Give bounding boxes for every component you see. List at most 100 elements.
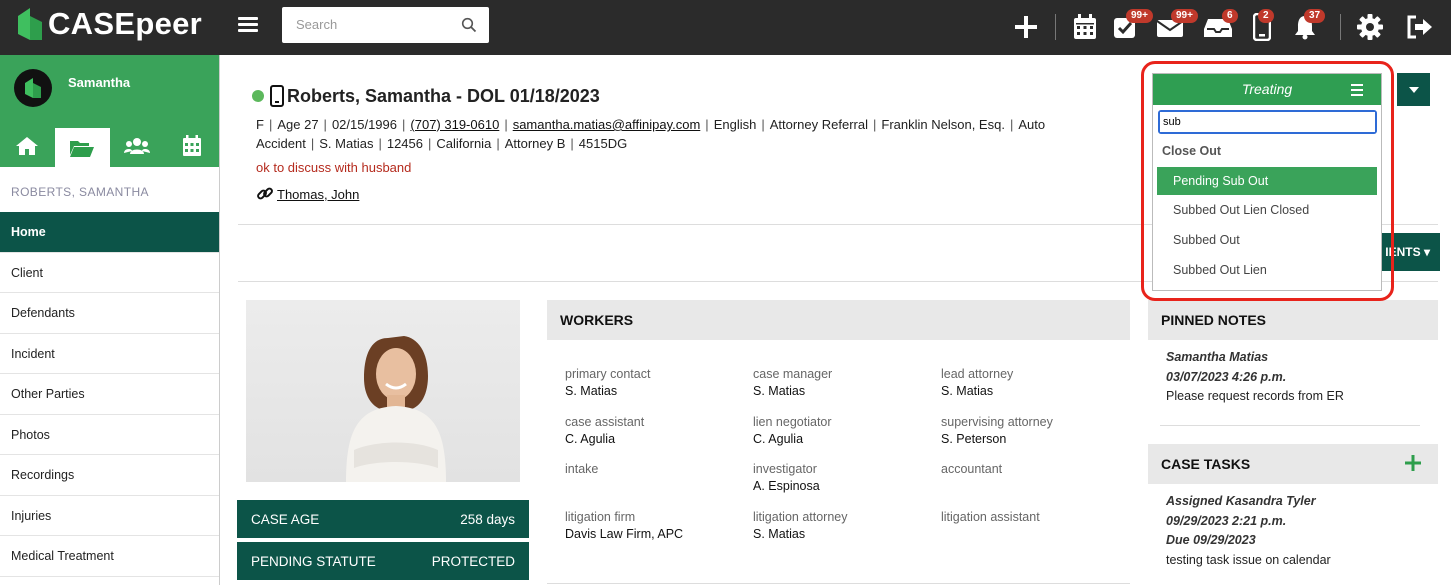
global-search: [282, 7, 489, 43]
logout-button[interactable]: [1405, 12, 1435, 42]
user-name: Samantha: [68, 75, 131, 90]
status-search-box: [1158, 110, 1377, 134]
mail-button[interactable]: 99+: [1155, 9, 1198, 42]
sidebar-user-panel: Samantha: [0, 55, 219, 125]
case-status-selector[interactable]: Treating: [1153, 74, 1381, 105]
worker-case-manager: case manager S. Matias: [753, 367, 941, 409]
case-alert-note: ok to discuss with husband: [256, 160, 412, 175]
worker-label: primary contact: [565, 367, 651, 381]
plus-icon: [1015, 16, 1037, 38]
status-option-subbed-out[interactable]: Subbed Out: [1157, 225, 1377, 255]
worker-value: S. Matias: [753, 526, 806, 541]
status-option-pending-sub-out[interactable]: Pending Sub Out: [1157, 167, 1377, 195]
worker-value: S. Matias: [565, 384, 618, 398]
referrer-name: Franklin Nelson, Esq.: [881, 117, 1005, 132]
avatar[interactable]: [14, 69, 52, 107]
tab-cases[interactable]: [54, 128, 110, 167]
search-input[interactable]: [282, 7, 452, 41]
client-gender: F: [256, 117, 264, 132]
divider: [547, 583, 1130, 584]
worker-litigation-firm: litigation firm Davis Law Firm, APC: [565, 510, 753, 552]
worker-value: S. Matias: [753, 384, 806, 398]
gear-icon: [1357, 14, 1383, 40]
sidebar-item-home[interactable]: Home: [0, 212, 219, 253]
worker-label: lead attorney: [941, 367, 1014, 381]
search-icon[interactable]: [461, 17, 477, 33]
tab-contacts[interactable]: [110, 125, 165, 167]
worker-label: supervising attorney: [941, 414, 1053, 429]
worker-lead-attorney: lead attorney S. Matias: [941, 367, 1129, 409]
client-photo[interactable]: [246, 300, 520, 482]
case-actions-dropdown-button[interactable]: [1397, 73, 1430, 106]
status-group-label: Close Out: [1162, 144, 1222, 158]
workers-grid: primary contact S. Matias case manager S. …: [565, 367, 1125, 551]
pending-statute-label: PENDING STATUTE: [251, 553, 376, 569]
worker-label: litigation attorney: [753, 509, 848, 524]
worker-label: intake: [565, 462, 599, 476]
sidebar-item-injuries[interactable]: Injuries: [0, 496, 219, 536]
top-navigation-bar: CASEpeer 99+: [0, 0, 1451, 55]
status-option-subbed-out-lien[interactable]: Subbed Out Lien: [1157, 255, 1377, 285]
pinned-note[interactable]: Samantha Matias 03/07/2023 4:26 p.m. Ple…: [1166, 348, 1344, 407]
client-email-link[interactable]: samantha.matias@affinipay.com: [513, 117, 701, 132]
inbox-button[interactable]: 6: [1203, 9, 1238, 42]
status-search-input[interactable]: [1160, 112, 1375, 132]
calendar-button[interactable]: [1070, 12, 1100, 42]
case-age-label: CASE AGE: [251, 511, 320, 527]
sidebar-item-incident[interactable]: Incident: [0, 334, 219, 374]
worker-value: S. Peterson: [941, 431, 1007, 446]
case-task[interactable]: Assigned Kasandra Tyler 09/29/2023 2:21 …: [1166, 492, 1331, 570]
logo-mark-icon: [18, 8, 42, 40]
worker-value: Davis Law Firm, APC: [565, 526, 684, 541]
worker-case-assistant: case assistant C. Agulia: [565, 415, 753, 457]
add-button[interactable]: [1011, 12, 1041, 42]
task-assignee: Assigned Kasandra Tyler: [1166, 494, 1316, 508]
sidebar-item-client[interactable]: Client: [0, 253, 219, 293]
case-type-cont: Accident: [256, 136, 306, 151]
divider: [1160, 425, 1420, 426]
mobile-count-badge: 2: [1258, 9, 1274, 23]
menu-toggle-button[interactable]: [238, 14, 258, 36]
logo-mark-icon: [25, 78, 41, 98]
worker-label: investigator: [753, 462, 817, 476]
workers-section-header: WORKERS: [547, 300, 1130, 340]
client-dob: 02/15/1996: [331, 117, 398, 132]
task-text: testing task issue on calendar: [1166, 552, 1331, 567]
pending-statute-stat: PENDING STATUTE PROTECTED: [237, 542, 529, 580]
case-attorney: Attorney B: [504, 136, 566, 151]
case-state: California: [436, 136, 492, 151]
referral-source: Attorney Referral: [769, 117, 868, 132]
status-option-subbed-out-lien-closed[interactable]: Subbed Out Lien Closed: [1157, 195, 1377, 225]
settings-button[interactable]: [1355, 12, 1385, 42]
case-age-value: 258 days: [460, 511, 515, 527]
tab-home[interactable]: [0, 125, 55, 167]
sidebar-item-recordings[interactable]: Recordings: [0, 455, 219, 496]
client-phone-link[interactable]: (707) 319-0610: [410, 117, 499, 132]
worker-label: litigation firm: [565, 509, 636, 524]
case-details: F | Age 27 | 02/15/1996 | (707) 319-0610 | saman…: [256, 117, 1046, 151]
notifications-button[interactable]: 37: [1290, 9, 1326, 42]
mobile-button[interactable]: 2: [1247, 9, 1277, 42]
tasks-button[interactable]: 99+: [1110, 9, 1153, 42]
case-type: Auto: [1018, 117, 1046, 132]
tab-calendar[interactable]: [164, 125, 219, 167]
tasks-count-badge: 99+: [1126, 9, 1153, 23]
mobile-phone-icon: [270, 85, 284, 107]
add-task-plus-icon[interactable]: [1405, 455, 1421, 471]
worker-label: litigation assistant: [941, 509, 1040, 524]
sidebar-item-other-parties[interactable]: Other Parties: [0, 374, 219, 415]
case-code: 4515DG: [578, 136, 628, 151]
case-number: 12456: [386, 136, 423, 151]
toolbar-divider: [1340, 14, 1341, 40]
calendar-icon: [182, 135, 201, 156]
sidebar-item-medical-treatment[interactable]: Medical Treatment: [0, 536, 219, 577]
current-status: Treating: [1241, 81, 1293, 97]
worker-label: case manager: [753, 367, 833, 381]
casepeer-logo[interactable]: CASEpeer: [14, 6, 202, 42]
link-icon: [257, 187, 273, 200]
linked-contact-link[interactable]: Thomas, John: [277, 187, 359, 202]
sidebar-item-defendants[interactable]: Defendants: [0, 293, 219, 334]
worker-label: lien negotiator: [753, 414, 832, 429]
worker-label: case assistant: [565, 414, 645, 429]
sidebar-item-photos[interactable]: Photos: [0, 415, 219, 455]
